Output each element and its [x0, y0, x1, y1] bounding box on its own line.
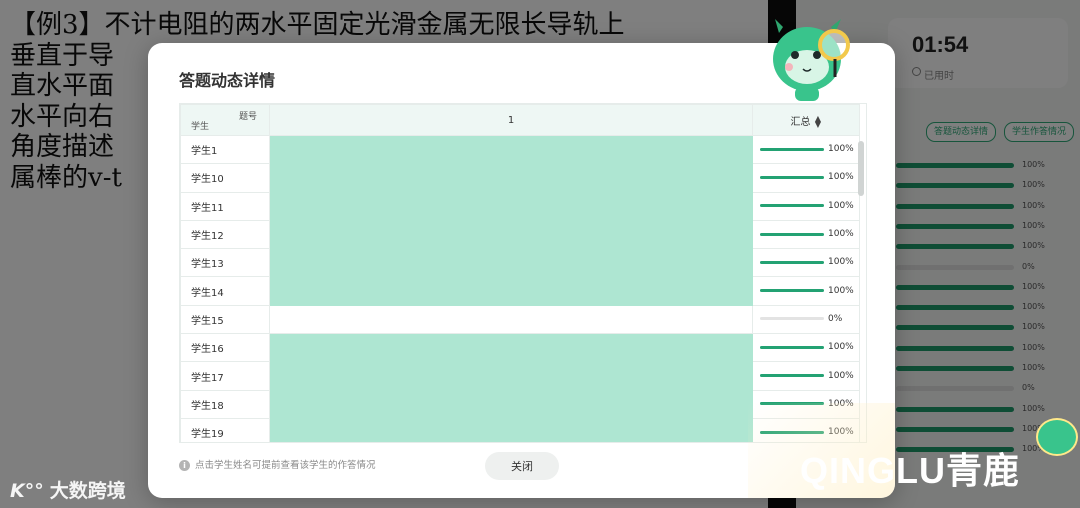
completion-progress-fill: [760, 260, 824, 264]
deer-mascot-icon: [773, 19, 850, 101]
table-row: 学生15 0%: [180, 304, 860, 335]
student-name-link[interactable]: 学生14: [180, 276, 270, 306]
student-name-link[interactable]: 学生12: [180, 219, 270, 250]
student-label: 学生: [191, 122, 210, 132]
summary-column-header[interactable]: 汇总 ▲ ▼: [752, 104, 860, 136]
close-button[interactable]: 关闭: [485, 452, 559, 480]
answer-status-cell[interactable]: [269, 191, 753, 221]
table-row: 学生14 100%: [180, 276, 860, 306]
completion-percent: 100%: [828, 370, 854, 381]
completion-progress-fill: [760, 204, 824, 208]
answer-status-cell[interactable]: [269, 134, 753, 165]
footer-tip-text: 点击学生姓名可提前查看该学生的作答情况: [195, 460, 376, 471]
summary-cell: 100%: [752, 361, 860, 391]
completion-progress-fill: [760, 147, 824, 151]
answer-status-cell[interactable]: [269, 276, 753, 306]
completion-percent: 0%: [828, 313, 843, 324]
student-name-link[interactable]: 学生19: [180, 417, 270, 442]
completion-progress-bar: [760, 232, 824, 236]
summary-label: 汇总: [790, 116, 811, 128]
table-row: 学生11 100%: [180, 191, 860, 221]
completion-percent: 100%: [828, 229, 854, 240]
completion-percent: 100%: [828, 144, 854, 155]
summary-cell: 100%: [752, 248, 860, 278]
completion-percent: 100%: [828, 172, 854, 183]
student-name-link[interactable]: 学生17: [180, 361, 270, 391]
answer-status-cell[interactable]: [269, 361, 753, 391]
table-row: 学生10 100%: [180, 163, 860, 193]
answer-table: 题号 学生 1 汇总 ▲ ▼ 学生1 100% 学生10 100% 学生11 100% 学生12…: [179, 103, 867, 443]
answer-status-cell[interactable]: [269, 304, 753, 335]
sort-icon[interactable]: ▲ ▼: [815, 114, 822, 128]
answer-status-cell[interactable]: [269, 219, 753, 250]
completion-progress-bar: [760, 175, 824, 179]
answer-status-cell[interactable]: [269, 248, 753, 278]
table-row: 学生12 100%: [180, 219, 860, 250]
completion-progress-bar: [760, 289, 824, 293]
completion-progress-bar: [760, 345, 824, 349]
completion-percent: 100%: [828, 285, 854, 296]
summary-cell: 100%: [752, 219, 860, 250]
completion-progress-fill: [760, 345, 824, 349]
completion-percent: 100%: [828, 257, 854, 268]
completion-progress-fill: [760, 374, 824, 378]
completion-progress-bar: [760, 317, 824, 321]
answer-status-cell[interactable]: [269, 389, 753, 419]
table-corner-header: 题号 学生: [180, 104, 270, 136]
table-row: 学生16 100%: [180, 333, 860, 363]
student-name-link[interactable]: 学生18: [180, 389, 270, 419]
completion-progress-bar: [760, 204, 824, 208]
question-column-header: 1: [269, 104, 753, 136]
student-name-link[interactable]: 学生15: [180, 304, 270, 335]
modal-title: 答题动态详情: [179, 71, 276, 90]
summary-cell: 100%: [752, 333, 860, 363]
completion-progress-bar: [760, 374, 824, 378]
completion-progress-fill: [760, 175, 824, 179]
completion-progress-fill: [760, 232, 824, 236]
brand-logo-icon: K°°: [10, 480, 44, 502]
student-name-link[interactable]: 学生10: [180, 163, 270, 193]
student-name-link[interactable]: 学生1: [180, 134, 270, 165]
completion-progress-fill: [760, 289, 824, 293]
answer-status-cell[interactable]: [269, 163, 753, 193]
answer-details-modal: 答题动态详情 题号 学生 1 汇总 ▲ ▼ 学生1 100% 学生10 100%…: [148, 19, 895, 498]
watermark-left-text: 大数跨境: [49, 480, 126, 502]
summary-cell: 100%: [752, 191, 860, 221]
answer-status-cell[interactable]: [269, 417, 753, 442]
student-name-link[interactable]: 学生13: [180, 248, 270, 278]
table-scrollbar[interactable]: [858, 141, 864, 196]
table-row: 学生17 100%: [180, 361, 860, 391]
summary-cell: 100%: [752, 134, 860, 165]
watermark-left: K°° 大数跨境: [10, 476, 126, 503]
watermark-right: QINGLU青鹿: [800, 450, 1020, 491]
answer-status-cell[interactable]: [269, 333, 753, 363]
completion-progress-bar: [760, 147, 824, 151]
table-row: 学生13 100%: [180, 248, 860, 278]
summary-cell: 0%: [752, 304, 860, 335]
footer-tip: i 点击学生姓名可提前查看该学生的作答情况: [179, 457, 376, 471]
student-name-link[interactable]: 学生11: [180, 191, 270, 221]
completion-percent: 100%: [828, 342, 854, 353]
student-name-link[interactable]: 学生16: [180, 333, 270, 363]
question-number-label: 题号: [238, 112, 257, 122]
info-icon: i: [179, 460, 190, 471]
watermark-mascot-icon: [1036, 418, 1078, 456]
student-rows: 学生1 100% 学生10 100% 学生11 100% 学生12 100% 学生13 100% 学…: [180, 134, 860, 442]
summary-cell: 100%: [752, 163, 860, 193]
completion-progress-bar: [760, 260, 824, 264]
completion-percent: 100%: [828, 200, 854, 211]
summary-cell: 100%: [752, 276, 860, 306]
table-row: 学生1 100%: [180, 134, 860, 165]
